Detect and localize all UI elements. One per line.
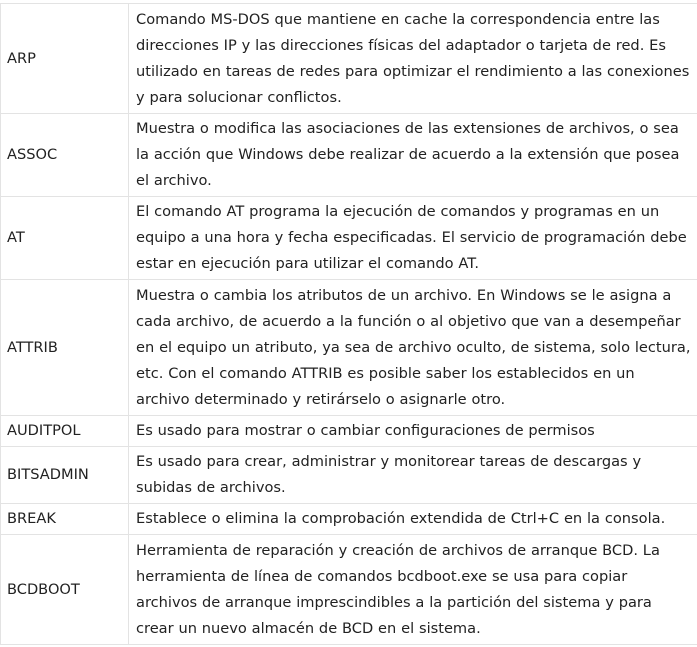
command-name: AUDITPOL [1, 416, 129, 447]
command-description: Muestra o modifica las asociaciones de l… [129, 114, 697, 197]
table-row: ARP Comando MS-DOS que mantiene en cache… [1, 4, 697, 114]
command-description: Comando MS-DOS que mantiene en cache la … [129, 4, 697, 114]
command-name: AT [1, 197, 129, 280]
command-description: Muestra o cambia los atributos de un arc… [129, 280, 697, 416]
command-description: Establece o elimina la comprobación exte… [129, 504, 697, 535]
command-description: Es usado para mostrar o cambiar configur… [129, 416, 697, 447]
table-row: AT El comando AT programa la ejecución d… [1, 197, 697, 280]
command-description: Es usado para crear, administrar y monit… [129, 447, 697, 504]
table-row: AUDITPOL Es usado para mostrar o cambiar… [1, 416, 697, 447]
command-description: El comando AT programa la ejecución de c… [129, 197, 697, 280]
table-row: ASSOC Muestra o modifica las asociacione… [1, 114, 697, 197]
table-row: BCDBOOT Herramienta de reparación y crea… [1, 535, 697, 645]
command-name: ATTRIB [1, 280, 129, 416]
command-name: ARP [1, 4, 129, 114]
table-row: BITSADMIN Es usado para crear, administr… [1, 447, 697, 504]
command-name: BITSADMIN [1, 447, 129, 504]
command-name: BCDBOOT [1, 535, 129, 645]
commands-table-body: ARP Comando MS-DOS que mantiene en cache… [1, 4, 697, 645]
command-description: Herramienta de reparación y creación de … [129, 535, 697, 645]
command-name: ASSOC [1, 114, 129, 197]
table-row: BREAK Establece o elimina la comprobació… [1, 504, 697, 535]
commands-table: ARP Comando MS-DOS que mantiene en cache… [0, 3, 697, 645]
command-name: BREAK [1, 504, 129, 535]
table-row: ATTRIB Muestra o cambia los atributos de… [1, 280, 697, 416]
